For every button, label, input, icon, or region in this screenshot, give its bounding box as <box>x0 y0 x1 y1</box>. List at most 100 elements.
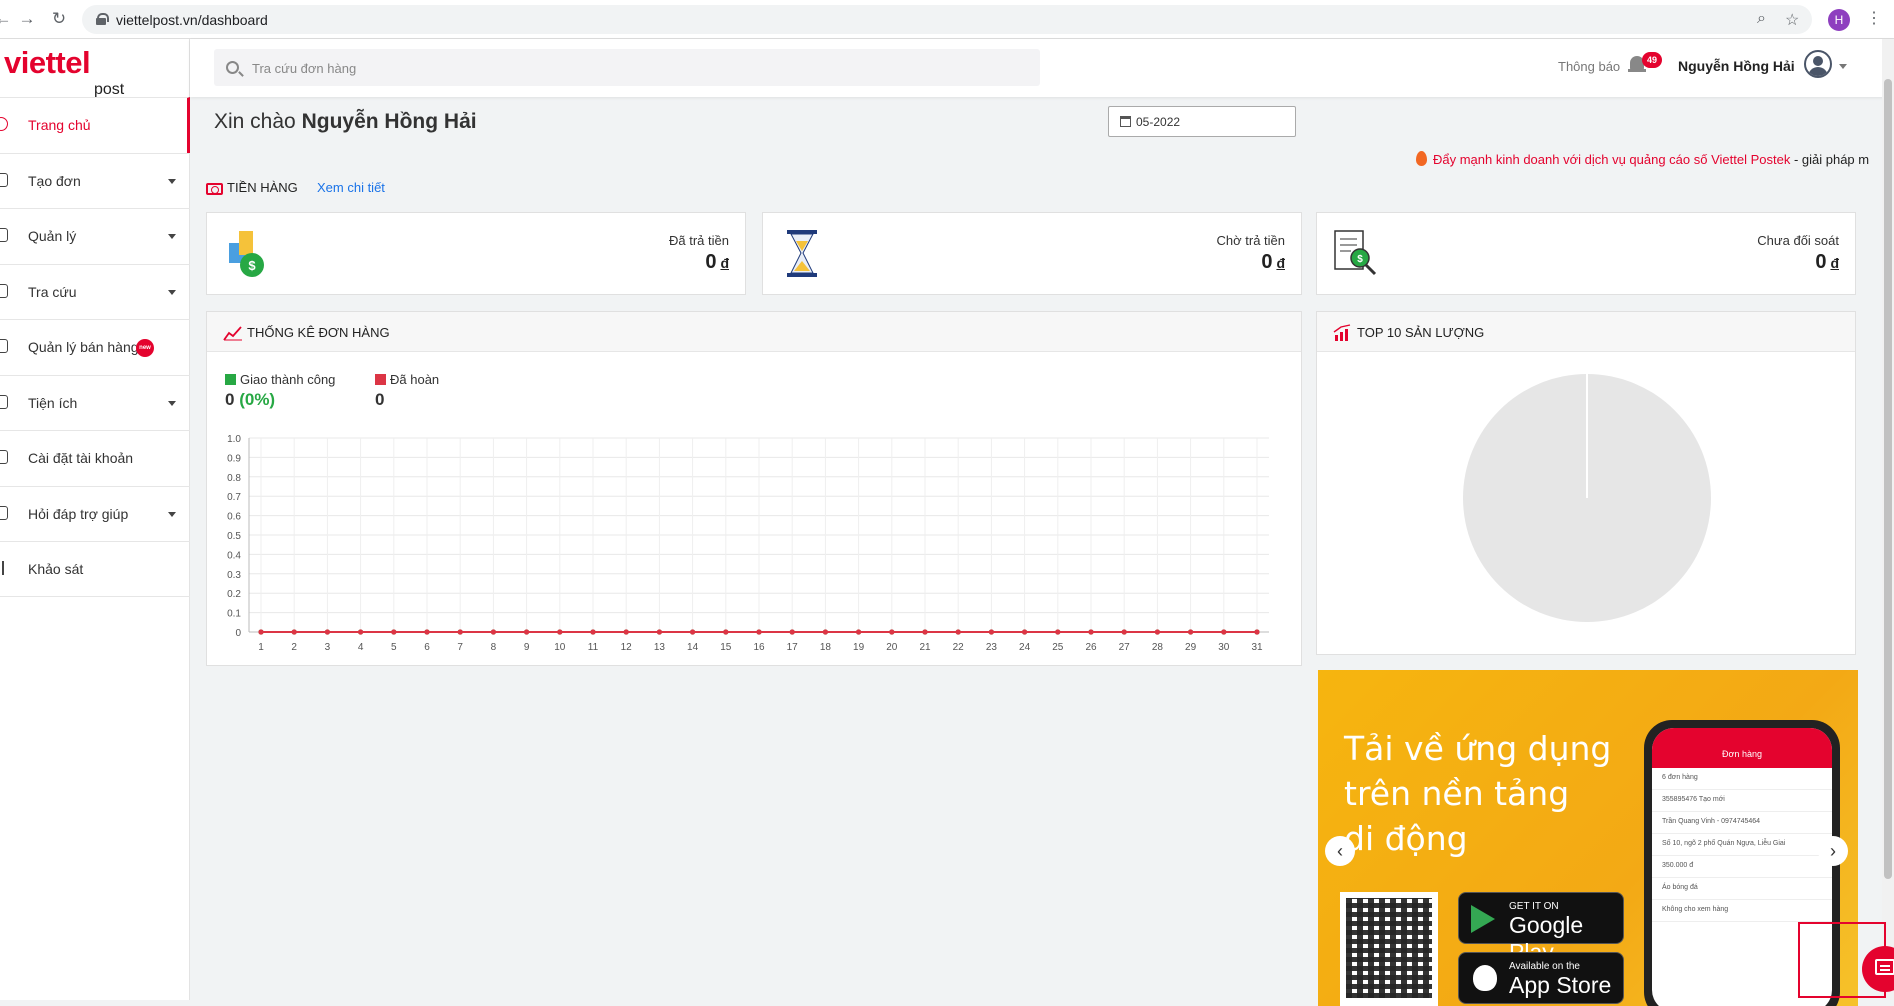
legend-returned[interactable]: Đã hoàn <box>375 372 439 387</box>
x-tick-label: 6 <box>424 642 430 653</box>
notification-count-badge: 49 <box>1642 52 1662 68</box>
sidebar-item-survey[interactable]: Khảo sát <box>0 541 190 597</box>
viettelpost-logo[interactable]: viettel post <box>4 43 184 98</box>
box-icon <box>0 172 8 187</box>
stat-value: 0đ <box>1815 251 1839 273</box>
search-input[interactable] <box>252 57 1012 79</box>
order-stats-panel: THỐNG KÊ ĐƠN HÀNG Giao thành công 0 (0%)… <box>206 311 1302 666</box>
greeting: Xin chào Nguyễn Hồng Hải <box>214 110 477 134</box>
series-point <box>391 629 397 635</box>
view-details-link[interactable]: Xem chi tiết <box>317 180 385 195</box>
top10-panel: TOP 10 SẢN LƯỢNG <box>1316 311 1856 655</box>
sidebar-item-help[interactable]: Hỏi đáp trợ giúp <box>0 485 190 542</box>
carousel-prev-button[interactable]: ‹ <box>1325 836 1355 866</box>
y-tick-label: 0.8 <box>227 473 241 484</box>
promo-link[interactable]: Đẩy mạnh kinh doanh với dịch vụ quảng cá… <box>1433 152 1790 167</box>
y-tick-label: 0.5 <box>227 531 241 542</box>
y-tick-label: 0.7 <box>227 492 241 503</box>
forward-icon[interactable]: → <box>16 8 38 30</box>
stat-value: 0đ <box>705 251 729 273</box>
month-picker[interactable]: 05-2022 <box>1108 106 1296 137</box>
x-tick-label: 2 <box>291 642 297 653</box>
series-point <box>557 629 563 635</box>
sidebar-item-sales-management[interactable]: Quản lý bán hàng new <box>0 319 190 375</box>
series-point <box>623 629 629 635</box>
y-tick-label: 0.4 <box>227 550 241 561</box>
x-tick-label: 3 <box>325 642 331 653</box>
notification-label[interactable]: Thông báo <box>1558 59 1620 74</box>
series-point <box>291 629 297 635</box>
caret-down-icon[interactable] <box>1839 64 1847 69</box>
series-point <box>1188 629 1194 635</box>
user-avatar-icon[interactable] <box>1804 50 1832 78</box>
qr-code <box>1340 892 1438 1006</box>
sidebar-item-create-order[interactable]: Tạo đơn <box>0 152 190 209</box>
series-point <box>490 629 496 635</box>
stat-card-paid: $ Đã trả tiền 0đ <box>206 212 746 295</box>
series-point <box>988 629 995 635</box>
x-tick-label: 9 <box>524 642 530 653</box>
series-point <box>690 629 696 635</box>
panel-header: TOP 10 SẢN LƯỢNG <box>1317 312 1855 352</box>
bookmark-star-icon[interactable]: ☆ <box>1785 10 1799 30</box>
browser-menu-icon[interactable]: ⋮ <box>1866 8 1882 28</box>
svg-text:$: $ <box>248 258 256 273</box>
series-point <box>889 629 895 635</box>
reload-icon[interactable]: ↻ <box>48 8 70 30</box>
sidebar: viettel post Trang chủ Tạo đơn Quản lý T… <box>0 39 190 1000</box>
sidebar-item-manage[interactable]: Quản lý <box>0 208 190 264</box>
x-tick-label: 18 <box>820 642 832 653</box>
url-text: viettelpost.vn/dashboard <box>116 12 268 28</box>
carousel-next-button[interactable]: › <box>1818 836 1848 866</box>
apple-icon <box>1473 965 1497 991</box>
browser-profile-avatar[interactable]: H <box>1828 9 1850 31</box>
promo-ticker[interactable]: Đẩy mạnh kinh doanh với dịch vụ quảng cá… <box>1416 151 1886 171</box>
sidebar-item-label: Hỏi đáp trợ giúp <box>28 505 129 522</box>
x-tick-label: 7 <box>457 642 463 653</box>
x-tick-label: 5 <box>391 642 397 653</box>
legend-success[interactable]: Giao thành công <box>225 372 335 387</box>
sidebar-item-home[interactable]: Trang chủ <box>0 97 190 153</box>
sidebar-item-label: Tạo đơn <box>28 172 81 189</box>
sidebar-item-label: Cài đặt tài khoản <box>28 450 134 466</box>
browser-toolbar: ← → ↻ viettelpost.vn/dashboard ⌕ ☆ H ⋮ <box>0 0 1894 39</box>
page-scrollbar[interactable] <box>1882 39 1894 1000</box>
scrollbar-thumb[interactable] <box>1884 79 1892 879</box>
sidebar-item-account-settings[interactable]: Cài đặt tài khoản <box>0 430 190 486</box>
order-search[interactable] <box>214 49 1040 86</box>
x-tick-label: 20 <box>886 642 898 653</box>
x-tick-label: 1 <box>258 642 264 653</box>
series-point <box>1154 629 1160 635</box>
zoom-icon[interactable]: ⌕ <box>1757 10 1766 28</box>
series-point <box>955 629 961 635</box>
phone-row: Không cho xem hàng <box>1652 900 1832 922</box>
sidebar-menu: Trang chủ Tạo đơn Quản lý Tra cứu Quản l… <box>0 97 190 597</box>
sidebar-item-utilities[interactable]: Tiện ích <box>0 374 190 431</box>
sidebar-item-label: Trang chủ <box>28 117 91 133</box>
series-point <box>756 629 762 635</box>
x-tick-label: 14 <box>687 642 699 653</box>
utilities-icon <box>0 394 8 409</box>
google-play-button[interactable]: GET IT ON Google Play <box>1458 892 1624 965</box>
top-header: Thông báo 49 Nguyễn Hồng Hải <box>190 39 1894 97</box>
user-name[interactable]: Nguyễn Hồng Hải <box>1678 58 1795 74</box>
app-download-banner[interactable]: Tải về ứng dụng trên nền tảng di động GE… <box>1318 670 1858 1006</box>
fire-icon <box>1416 151 1427 166</box>
back-icon[interactable]: ← <box>0 8 14 30</box>
lock-icon <box>96 13 109 25</box>
y-tick-label: 0.9 <box>227 453 241 464</box>
sidebar-item-lookup[interactable]: Tra cứu <box>0 263 190 320</box>
x-tick-label: 25 <box>1052 642 1064 653</box>
series-point <box>1088 629 1094 635</box>
address-bar[interactable]: viettelpost.vn/dashboard ⌕ ☆ <box>82 5 1812 34</box>
app-store-button[interactable]: Available on the App Store <box>1458 952 1624 1004</box>
phone-row: 6 đơn hàng <box>1652 768 1832 790</box>
promo-text: - giải pháp m <box>1790 152 1870 167</box>
phone-title: Đơn hàng <box>1652 728 1832 768</box>
stat-value: 0đ <box>1261 251 1285 273</box>
series-point <box>358 629 364 635</box>
x-tick-label: 12 <box>621 642 633 653</box>
x-tick-label: 23 <box>986 642 998 653</box>
phone-row: 350.000 đ <box>1652 856 1832 878</box>
y-tick-label: 1.0 <box>227 434 241 445</box>
